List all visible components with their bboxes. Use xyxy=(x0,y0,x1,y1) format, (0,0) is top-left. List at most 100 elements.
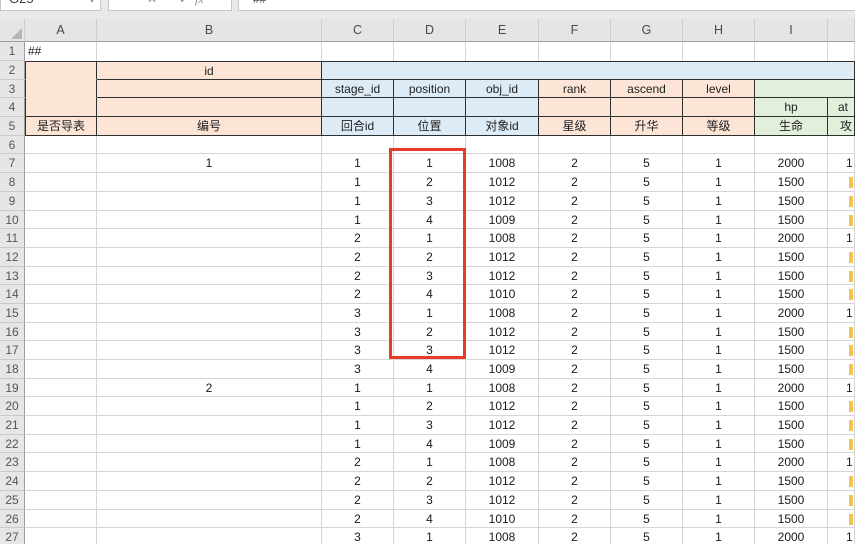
cell-e-obj-id[interactable]: 1012 xyxy=(466,491,539,510)
cell-g-ascend[interactable]: 5 xyxy=(611,285,683,304)
cell-c-round-id[interactable]: 2 xyxy=(322,229,394,248)
cell-a[interactable] xyxy=(25,416,97,435)
cell-a2-merged[interactable] xyxy=(25,61,97,80)
cell-i-hp[interactable]: 1500 xyxy=(755,435,828,454)
col-header-c[interactable]: C xyxy=(322,19,394,42)
cell-a[interactable] xyxy=(25,192,97,211)
cell-g-ascend[interactable]: 5 xyxy=(611,192,683,211)
row-header[interactable]: 14 xyxy=(0,285,25,304)
cell-j-atk-partial[interactable] xyxy=(828,323,855,342)
cell-i-hp[interactable]: 1500 xyxy=(755,323,828,342)
cell-b[interactable] xyxy=(97,360,322,379)
cell-j-atk-partial[interactable] xyxy=(828,173,855,192)
cell-j-atk-partial[interactable] xyxy=(828,285,855,304)
cell-j-atk-partial[interactable]: 1 xyxy=(828,453,855,472)
cell-c-round-id[interactable]: 1 xyxy=(322,211,394,230)
col-header-j[interactable] xyxy=(828,19,855,42)
cell-h3-level[interactable]: level xyxy=(683,80,755,99)
cell-i-hp[interactable]: 1500 xyxy=(755,491,828,510)
cell-c-round-id[interactable]: 2 xyxy=(322,491,394,510)
cell-h-level[interactable]: 1 xyxy=(683,285,755,304)
cell-j-atk-partial[interactable] xyxy=(828,136,855,155)
insert-function-icon[interactable]: fx xyxy=(195,0,204,7)
cell-b[interactable] xyxy=(97,192,322,211)
cell-d-position[interactable]: 3 xyxy=(394,491,466,510)
cell-i-hp[interactable] xyxy=(755,136,828,155)
cell-g1[interactable] xyxy=(611,42,683,61)
col-header-b[interactable]: B xyxy=(97,19,322,42)
cell-a[interactable] xyxy=(25,397,97,416)
cell-c-round-id[interactable]: 2 xyxy=(322,267,394,286)
cell-i-hp[interactable]: 1500 xyxy=(755,416,828,435)
row-header-2[interactable]: 2 xyxy=(0,61,25,80)
cell-f-rank[interactable]: 2 xyxy=(539,397,611,416)
cell-f-rank[interactable]: 2 xyxy=(539,453,611,472)
cell-h-level[interactable]: 1 xyxy=(683,435,755,454)
cell-e-obj-id[interactable]: 1008 xyxy=(466,229,539,248)
cell-i-hp[interactable]: 2000 xyxy=(755,154,828,173)
cell-a[interactable] xyxy=(25,491,97,510)
cell-c-round-id[interactable]: 2 xyxy=(322,453,394,472)
cell-h-level[interactable]: 1 xyxy=(683,267,755,286)
cell-h5-level[interactable]: 等级 xyxy=(683,117,755,136)
cell-g-ascend[interactable] xyxy=(611,136,683,155)
cell-e-obj-id[interactable]: 1012 xyxy=(466,267,539,286)
cell-b[interactable] xyxy=(97,267,322,286)
row-header-1[interactable]: 1 xyxy=(0,42,25,61)
cell-g-ascend[interactable]: 5 xyxy=(611,397,683,416)
cell-h-level[interactable] xyxy=(683,136,755,155)
cell-a[interactable] xyxy=(25,360,97,379)
cell-j-atk-partial[interactable]: 1 xyxy=(828,154,855,173)
cell-b[interactable] xyxy=(97,136,322,155)
row-header-5[interactable]: 5 xyxy=(0,117,25,136)
cell-j1[interactable] xyxy=(828,42,855,61)
cell-b[interactable] xyxy=(97,229,322,248)
cell-g5-ascend[interactable]: 升华 xyxy=(611,117,683,136)
cell-h-level[interactable]: 1 xyxy=(683,211,755,230)
cell-j-atk-partial[interactable] xyxy=(828,341,855,360)
name-box[interactable]: G25 ▾ xyxy=(0,0,101,11)
cell-a[interactable] xyxy=(25,510,97,529)
cell-c-round-id[interactable]: 1 xyxy=(322,435,394,454)
cell-i-hp[interactable]: 1500 xyxy=(755,510,828,529)
cell-j-atk-partial[interactable] xyxy=(828,192,855,211)
cell-j-atk-partial[interactable] xyxy=(828,360,855,379)
cell-j-atk-partial[interactable] xyxy=(828,416,855,435)
cell-f1[interactable] xyxy=(539,42,611,61)
select-all-corner[interactable] xyxy=(0,19,25,42)
cell-c-round-id[interactable]: 1 xyxy=(322,173,394,192)
cell-g4[interactable] xyxy=(611,98,683,117)
cell-f-rank[interactable]: 2 xyxy=(539,154,611,173)
row-header[interactable]: 10 xyxy=(0,211,25,230)
cell-f3-rank[interactable]: rank xyxy=(539,80,611,99)
cell-a[interactable] xyxy=(25,248,97,267)
cell-b[interactable] xyxy=(97,528,322,544)
cell-d-position[interactable]: 1 xyxy=(394,379,466,398)
cell-f-rank[interactable] xyxy=(539,136,611,155)
row-header[interactable]: 9 xyxy=(0,192,25,211)
cell-g-ascend[interactable]: 5 xyxy=(611,435,683,454)
cell-a[interactable] xyxy=(25,323,97,342)
cell-b[interactable] xyxy=(97,416,322,435)
row-header[interactable]: 12 xyxy=(0,248,25,267)
cell-d1[interactable] xyxy=(394,42,466,61)
cell-f-rank[interactable]: 2 xyxy=(539,211,611,230)
cell-h-level[interactable]: 1 xyxy=(683,192,755,211)
cell-b[interactable]: 2 xyxy=(97,379,322,398)
cell-e-obj-id[interactable] xyxy=(466,136,539,155)
cell-f-rank[interactable]: 2 xyxy=(539,304,611,323)
cell-b4[interactable] xyxy=(97,98,322,117)
cell-d-position[interactable]: 1 xyxy=(394,528,466,544)
cell-b[interactable] xyxy=(97,285,322,304)
cell-g-ascend[interactable]: 5 xyxy=(611,510,683,529)
row-header[interactable]: 8 xyxy=(0,173,25,192)
row-header[interactable]: 6 xyxy=(0,136,25,155)
row-header[interactable]: 22 xyxy=(0,435,25,454)
col-header-d[interactable]: D xyxy=(394,19,466,42)
cell-c4[interactable] xyxy=(322,98,394,117)
cell-a[interactable] xyxy=(25,435,97,454)
cell-f-rank[interactable]: 2 xyxy=(539,491,611,510)
cell-b[interactable] xyxy=(97,211,322,230)
cell-j-atk-partial[interactable]: 1 xyxy=(828,528,855,544)
cell-j-atk-partial[interactable]: 1 xyxy=(828,304,855,323)
